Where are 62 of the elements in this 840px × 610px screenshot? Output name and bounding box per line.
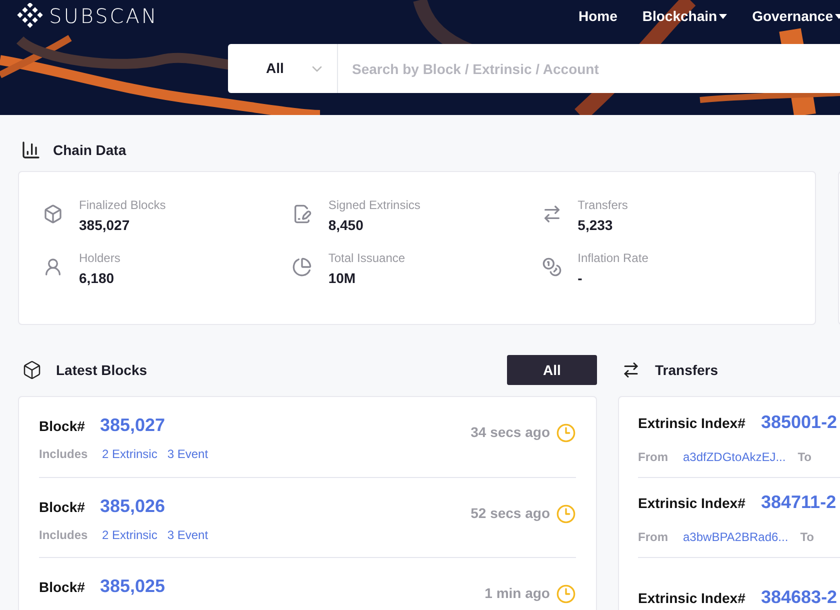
block-label: Block# (39, 578, 86, 597)
stat-label: Inflation Rate (578, 250, 648, 267)
extrinsic-index-link[interactable]: 384711-2 (761, 489, 836, 516)
clock-icon (556, 422, 576, 442)
section-title: Chain Data (53, 140, 126, 160)
extrinsic-link[interactable]: 2 Extrinsic (102, 526, 158, 544)
stat-icon (542, 204, 562, 224)
to-label: To (800, 529, 814, 546)
event-link[interactable]: 3 Event (167, 526, 208, 544)
nav-link[interactable]: Blockchain (642, 6, 728, 26)
section-title: Transfers (655, 360, 718, 380)
to-label: To (798, 448, 812, 466)
stat-icon (292, 257, 312, 277)
block-label: Block# (39, 417, 86, 436)
event-link[interactable]: 3 Event (167, 445, 208, 463)
stat-value: 385,027 (79, 216, 131, 235)
from-address-link[interactable]: a3dfZDGtoAkzEJ... (683, 448, 786, 466)
search-field[interactable]: Search by Block / Extrinsic / Account (338, 44, 840, 93)
block-number-link[interactable]: 385,027 (100, 412, 166, 439)
nav-link[interactable]: Home (578, 6, 618, 26)
clock-icon (556, 584, 576, 604)
logo-icon (17, 3, 43, 29)
stat-value: 6,180 (79, 269, 116, 288)
extrinsic-index-label: Extrinsic Index# (638, 494, 746, 513)
filter-dropdown[interactable]: All (228, 44, 338, 93)
stat-label: Signed Extrinsics (328, 197, 420, 214)
block-label: Block# (39, 498, 86, 517)
stat-label: Total Issuance (328, 250, 406, 267)
stat-icon (43, 257, 63, 277)
extrinsic-index-link[interactable]: 384683-2 (761, 584, 838, 610)
stat-icon (43, 204, 63, 224)
stat-icon (542, 257, 562, 277)
stat-label: Holders (79, 250, 120, 267)
includes-label: Includes (39, 527, 89, 544)
stat-value: 10M (328, 269, 357, 288)
extrinsic-index-label: Extrinsic Index# (638, 414, 746, 432)
block-time: 34 secs ago (470, 423, 550, 442)
logo-wordmark[interactable]: SUBSCAN (49, 1, 158, 31)
stat-value: 8,450 (328, 216, 364, 235)
from-address-link[interactable]: a3bwBPA2BRad6... (683, 528, 788, 546)
block-number-link[interactable]: 385,026 (100, 493, 166, 520)
clock-icon (556, 504, 576, 524)
includes-label: Includes (39, 446, 89, 463)
stat-label: Finalized Blocks (79, 197, 166, 214)
section-title: Latest Blocks (56, 360, 148, 380)
stat-value: 5,233 (578, 216, 614, 235)
from-label: From (638, 529, 669, 546)
stat-value: - (578, 269, 584, 288)
transfer-icon (622, 361, 640, 379)
bar-chart-icon (21, 140, 41, 160)
nav-link[interactable]: Governance (752, 6, 840, 26)
block-time: 52 secs ago (470, 504, 550, 523)
block-time: 1 min ago (484, 584, 550, 603)
stat-label: Transfers (578, 197, 628, 214)
all-button[interactable]: All (507, 355, 597, 385)
stat-icon (292, 204, 312, 224)
cube-icon (22, 360, 42, 380)
from-label: From (638, 448, 669, 466)
block-number-link[interactable]: 385,025 (100, 573, 166, 600)
extrinsic-index-label: Extrinsic Index# (638, 589, 746, 608)
extrinsic-link[interactable]: 2 Extrinsic (102, 445, 158, 463)
extrinsic-index-link[interactable]: 385001-2 (761, 408, 838, 436)
